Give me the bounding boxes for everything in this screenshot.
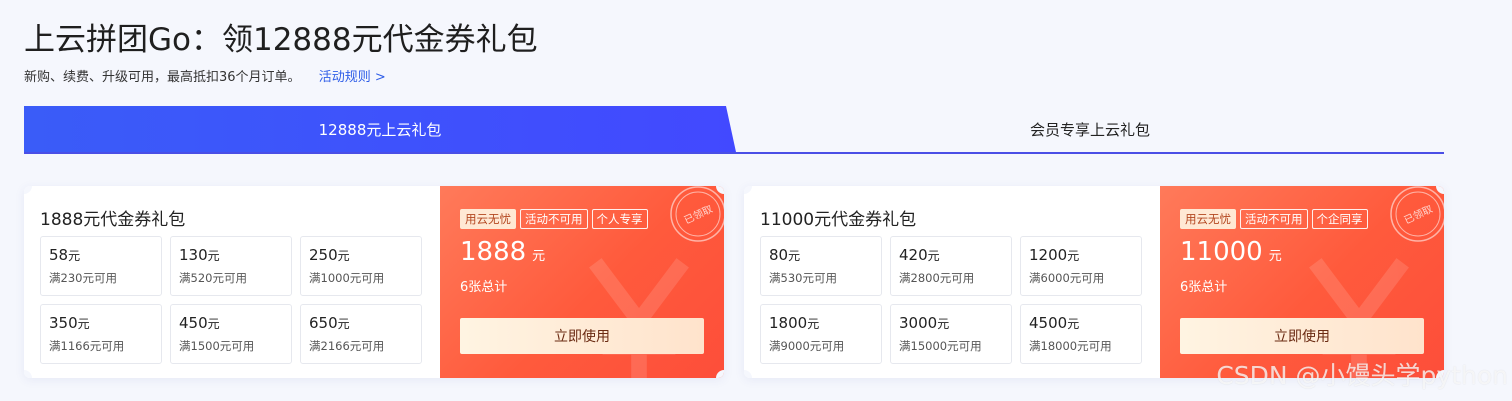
coupon-amount: 130	[179, 246, 208, 264]
coupon-item: 130元 满520元可用	[170, 236, 292, 296]
coupon-item: 420元 满2800元可用	[890, 236, 1012, 296]
coupon-condition: 满230元可用	[49, 271, 117, 285]
stamp-label: 已领取	[682, 202, 715, 226]
coupon-condition: 满2166元可用	[309, 339, 385, 353]
coupon-amount: 250	[309, 246, 338, 264]
use-now-button[interactable]: 立即使用	[1180, 318, 1424, 354]
coupon-item: 80元 满530元可用	[760, 236, 882, 296]
tab-12888-package[interactable]: 12888元上云礼包	[24, 106, 736, 152]
total-amount: 11000	[1180, 237, 1263, 267]
coupon-unit: 元	[807, 317, 820, 331]
coupon-item: 650元 满2166元可用	[300, 304, 422, 364]
coupon-unit: 元	[68, 249, 81, 263]
coupon-unit: 元	[207, 249, 220, 263]
coupon-unit: 元	[207, 317, 220, 331]
tab-member-package[interactable]: 会员专享上云礼包	[736, 106, 1444, 152]
coupon-condition: 满18000元可用	[1029, 339, 1112, 353]
coupon-unit: 元	[927, 249, 940, 263]
coupon-amount: 80	[769, 246, 789, 264]
coupon-unit: 元	[337, 317, 350, 331]
coupon-unit: 元	[937, 317, 950, 331]
package-summary-panel: 用云无忧 活动不可用 个人专享 1888 元 6张总计 立即使用 已领取	[440, 186, 724, 378]
claimed-stamp-icon: 已领取	[670, 186, 724, 242]
coupon-list-panel: 11000元代金券礼包 80元 满530元可用 420元 满2800元可用 12…	[744, 186, 1160, 378]
coupon-count: 6张总计	[1180, 280, 1228, 295]
stamp-label: 已领取	[1402, 202, 1435, 226]
coupon-condition: 满520元可用	[179, 271, 247, 285]
coupon-item: 58元 满230元可用	[40, 236, 162, 296]
tab-bar: 12888元上云礼包 会员专享上云礼包	[24, 106, 1444, 154]
subtitle-row: 新购、续费、升级可用，最高抵扣36个月订单。 活动规则 >	[24, 66, 386, 85]
package-title: 1888元代金券礼包	[40, 210, 186, 230]
coupon-item: 350元 满1166元可用	[40, 304, 162, 364]
yen-watermark-icon	[589, 258, 689, 378]
tag: 用云无忧	[1180, 209, 1236, 229]
coupon-condition: 满1000元可用	[309, 271, 385, 285]
tag: 个人专享	[591, 209, 648, 229]
coupon-amount: 450	[179, 314, 208, 332]
page-title: 上云拼团Go：领12888元代金券礼包	[24, 22, 538, 58]
coupon-amount: 350	[49, 314, 78, 332]
tag: 活动不可用	[1240, 209, 1308, 229]
coupon-condition: 满1166元可用	[49, 339, 125, 353]
coupon-unit: 元	[788, 249, 801, 263]
tag-list: 用云无忧 活动不可用 个人专享	[460, 209, 648, 229]
total-amount: 1888	[460, 237, 527, 267]
coupon-amount: 1800	[769, 314, 808, 332]
package-summary-panel: 用云无忧 活动不可用 个企同享 11000 元 6张总计 立即使用 已领取	[1160, 186, 1444, 378]
coupon-amount: 58	[49, 246, 69, 264]
coupon-item: 250元 满1000元可用	[300, 236, 422, 296]
coupon-item: 1800元 满9000元可用	[760, 304, 882, 364]
coupon-amount: 420	[899, 246, 928, 264]
coupon-unit: 元	[77, 317, 90, 331]
total-unit: 元	[1268, 249, 1282, 264]
coupon-unit: 元	[1067, 249, 1080, 263]
package-card: 11000元代金券礼包 80元 满530元可用 420元 满2800元可用 12…	[744, 186, 1444, 378]
coupon-item: 3000元 满15000元可用	[890, 304, 1012, 364]
tag-list: 用云无忧 活动不可用 个企同享	[1180, 209, 1368, 229]
total-unit: 元	[532, 249, 546, 264]
coupon-amount: 4500	[1029, 314, 1068, 332]
tag: 用云无忧	[460, 209, 516, 229]
coupon-item: 1200元 满6000元可用	[1020, 236, 1142, 296]
coupon-item: 450元 满1500元可用	[170, 304, 292, 364]
coupon-count: 6张总计	[460, 280, 508, 295]
coupon-grid: 58元 满230元可用 130元 满520元可用 250元 满1000元可用 3…	[40, 236, 422, 364]
package-card: 1888元代金券礼包 58元 满230元可用 130元 满520元可用 250元…	[24, 186, 724, 378]
coupon-condition: 满15000元可用	[899, 339, 982, 353]
coupon-condition: 满9000元可用	[769, 339, 845, 353]
csdn-watermark: CSDN @小馒头学python	[1216, 361, 1508, 390]
coupon-grid: 80元 满530元可用 420元 满2800元可用 1200元 满6000元可用…	[760, 236, 1142, 364]
coupon-item: 4500元 满18000元可用	[1020, 304, 1142, 364]
coupon-amount: 1200	[1029, 246, 1068, 264]
claimed-stamp-icon: 已领取	[1390, 186, 1444, 242]
coupon-condition: 满2800元可用	[899, 271, 975, 285]
coupon-list-panel: 1888元代金券礼包 58元 满230元可用 130元 满520元可用 250元…	[24, 186, 440, 378]
coupon-amount: 3000	[899, 314, 938, 332]
rules-link[interactable]: 活动规则 >	[319, 70, 386, 85]
tag: 活动不可用	[520, 209, 588, 229]
coupon-unit: 元	[337, 249, 350, 263]
package-total: 1888 元	[460, 237, 545, 267]
subtitle-text: 新购、续费、升级可用，最高抵扣36个月订单。	[24, 70, 301, 85]
package-total: 11000 元	[1180, 237, 1282, 267]
tag: 个企同享	[1311, 209, 1368, 229]
coupon-condition: 满1500元可用	[179, 339, 255, 353]
package-title: 11000元代金券礼包	[760, 210, 917, 230]
coupon-amount: 650	[309, 314, 338, 332]
page: 上云拼团Go：领12888元代金券礼包 新购、续费、升级可用，最高抵扣36个月订…	[0, 0, 1512, 401]
use-now-button[interactable]: 立即使用	[460, 318, 704, 354]
coupon-condition: 满530元可用	[769, 271, 837, 285]
coupon-condition: 满6000元可用	[1029, 271, 1105, 285]
coupon-unit: 元	[1067, 317, 1080, 331]
